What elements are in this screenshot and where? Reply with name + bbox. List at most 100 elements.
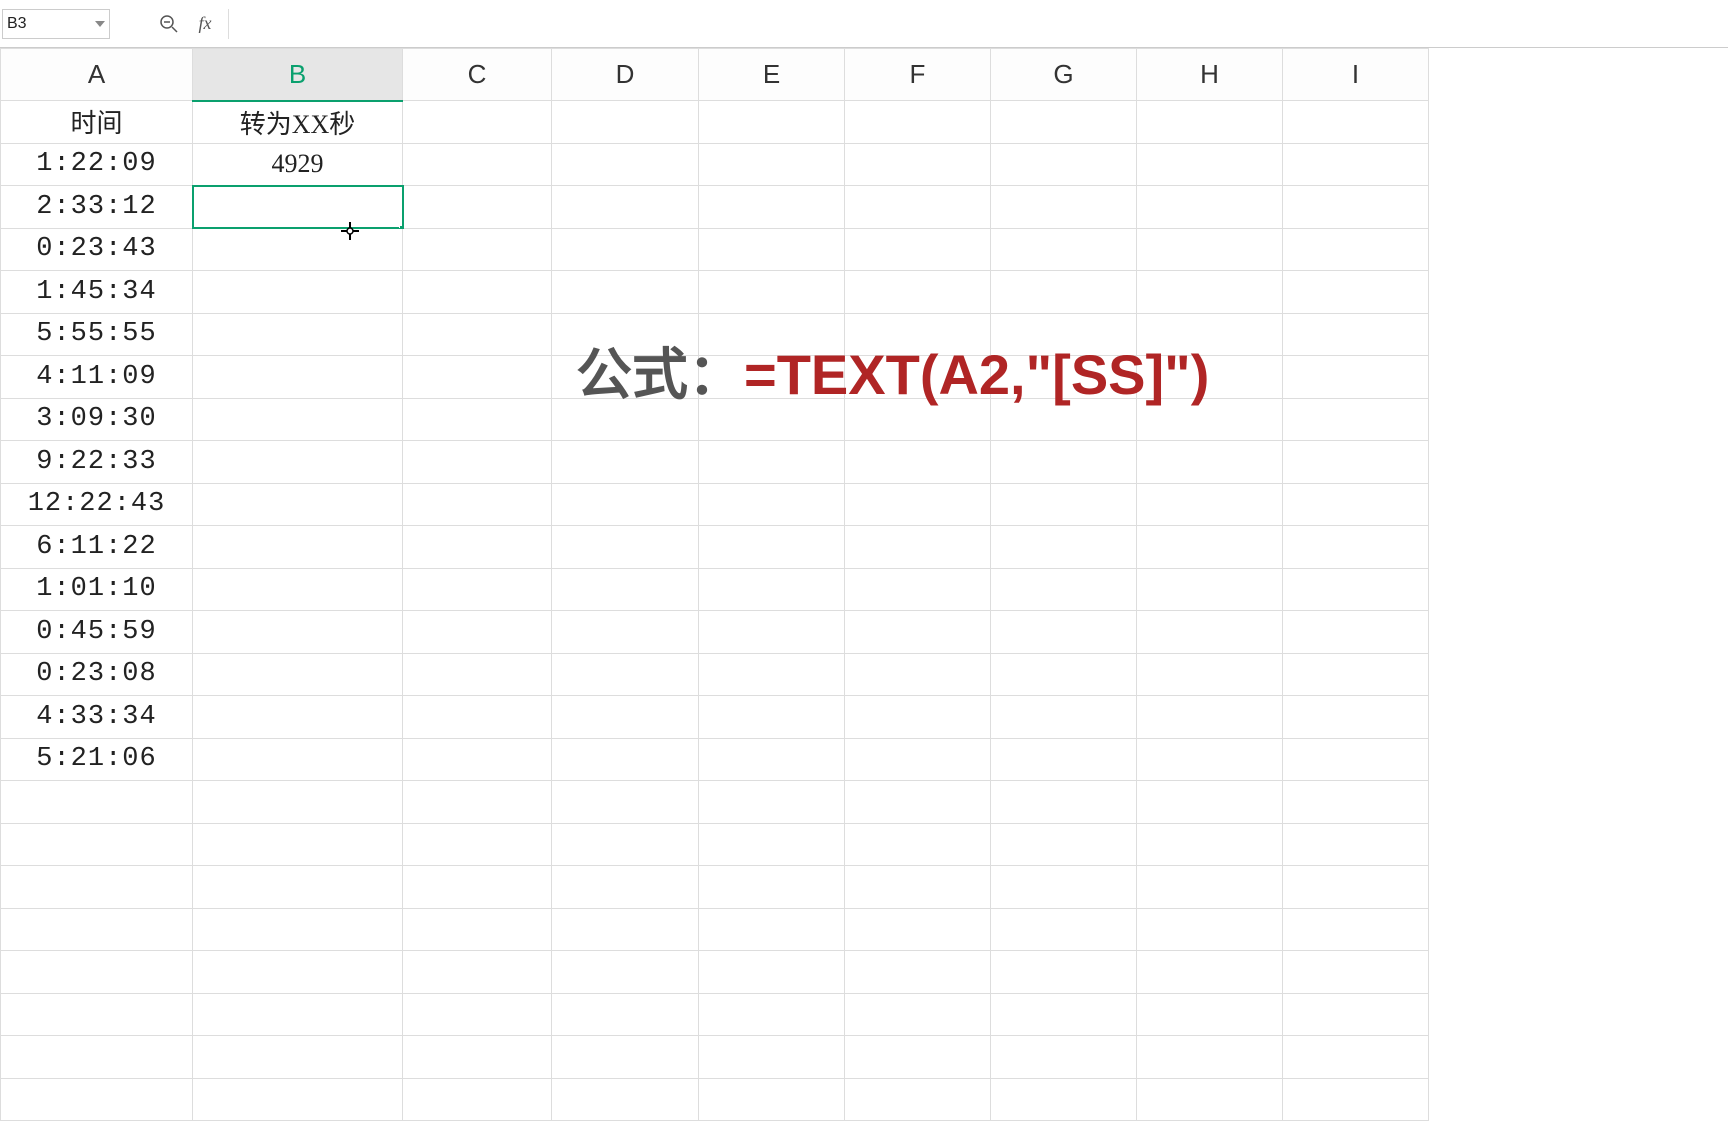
cell-f17[interactable] <box>845 781 991 824</box>
cell-b3[interactable] <box>193 186 403 229</box>
cell-g21[interactable] <box>991 951 1137 994</box>
cell-b18[interactable] <box>193 823 403 866</box>
cell-b12[interactable] <box>193 568 403 611</box>
cell-a8[interactable]: 3:09:30 <box>1 398 193 441</box>
cell-h2[interactable] <box>1137 143 1283 186</box>
spreadsheet-grid[interactable]: ABCDEFGHI时间转为XX秒1:22:0949292:33:120:23:4… <box>0 48 1728 1121</box>
cell-g13[interactable] <box>991 611 1137 654</box>
cell-a7[interactable]: 4:11:09 <box>1 356 193 399</box>
cell-f1[interactable] <box>845 101 991 144</box>
cell-a14[interactable]: 0:23:08 <box>1 653 193 696</box>
cell-a1[interactable]: 时间 <box>1 101 193 144</box>
cell-a18[interactable] <box>1 823 193 866</box>
cell-c3[interactable] <box>403 186 552 229</box>
col-header-i[interactable]: I <box>1283 49 1429 101</box>
cell-c15[interactable] <box>403 696 552 739</box>
cell-h3[interactable] <box>1137 186 1283 229</box>
cell-b1[interactable]: 转为XX秒 <box>193 101 403 144</box>
cell-a11[interactable]: 6:11:22 <box>1 526 193 569</box>
cell-i18[interactable] <box>1283 823 1429 866</box>
cell-f2[interactable] <box>845 143 991 186</box>
cell-e11[interactable] <box>699 526 845 569</box>
cell-d14[interactable] <box>552 653 699 696</box>
cell-b16[interactable] <box>193 738 403 781</box>
cell-b4[interactable] <box>193 228 403 271</box>
col-header-g[interactable]: G <box>991 49 1137 101</box>
cell-i13[interactable] <box>1283 611 1429 654</box>
cell-c19[interactable] <box>403 866 552 909</box>
cell-a21[interactable] <box>1 951 193 994</box>
cell-i22[interactable] <box>1283 993 1429 1036</box>
cell-c23[interactable] <box>403 1036 552 1079</box>
cell-a17[interactable] <box>1 781 193 824</box>
cell-g12[interactable] <box>991 568 1137 611</box>
cell-e16[interactable] <box>699 738 845 781</box>
cell-f11[interactable] <box>845 526 991 569</box>
cell-f22[interactable] <box>845 993 991 1036</box>
cell-f21[interactable] <box>845 951 991 994</box>
cell-g23[interactable] <box>991 1036 1137 1079</box>
cell-c7[interactable] <box>403 356 552 399</box>
cell-i19[interactable] <box>1283 866 1429 909</box>
cell-i11[interactable] <box>1283 526 1429 569</box>
cell-d10[interactable] <box>552 483 699 526</box>
cell-g3[interactable] <box>991 186 1137 229</box>
cell-e21[interactable] <box>699 951 845 994</box>
cell-d9[interactable] <box>552 441 699 484</box>
formula-input[interactable] <box>228 9 1728 39</box>
cell-g11[interactable] <box>991 526 1137 569</box>
cell-a20[interactable] <box>1 908 193 951</box>
cell-c6[interactable] <box>403 313 552 356</box>
cell-h19[interactable] <box>1137 866 1283 909</box>
cell-h18[interactable] <box>1137 823 1283 866</box>
cell-c8[interactable] <box>403 398 552 441</box>
cell-g20[interactable] <box>991 908 1137 951</box>
cell-e3[interactable] <box>699 186 845 229</box>
cell-g10[interactable] <box>991 483 1137 526</box>
cell-e12[interactable] <box>699 568 845 611</box>
cell-b8[interactable] <box>193 398 403 441</box>
cell-a23[interactable] <box>1 1036 193 1079</box>
cell-d15[interactable] <box>552 696 699 739</box>
cell-h5[interactable] <box>1137 271 1283 314</box>
cell-d1[interactable] <box>552 101 699 144</box>
cell-b6[interactable] <box>193 313 403 356</box>
cell-g14[interactable] <box>991 653 1137 696</box>
cell-b17[interactable] <box>193 781 403 824</box>
col-header-c[interactable]: C <box>403 49 552 101</box>
cell-i21[interactable] <box>1283 951 1429 994</box>
cell-c2[interactable] <box>403 143 552 186</box>
cell-f20[interactable] <box>845 908 991 951</box>
cell-i2[interactable] <box>1283 143 1429 186</box>
cell-d24[interactable] <box>552 1078 699 1121</box>
cell-a10[interactable]: 12:22:43 <box>1 483 193 526</box>
cell-g15[interactable] <box>991 696 1137 739</box>
cell-f23[interactable] <box>845 1036 991 1079</box>
cell-f13[interactable] <box>845 611 991 654</box>
cell-a5[interactable]: 1:45:34 <box>1 271 193 314</box>
cell-g5[interactable] <box>991 271 1137 314</box>
cell-a9[interactable]: 9:22:33 <box>1 441 193 484</box>
cell-e20[interactable] <box>699 908 845 951</box>
cell-d11[interactable] <box>552 526 699 569</box>
cell-h22[interactable] <box>1137 993 1283 1036</box>
cell-g2[interactable] <box>991 143 1137 186</box>
cell-i6[interactable] <box>1283 313 1429 356</box>
cell-b24[interactable] <box>193 1078 403 1121</box>
col-header-f[interactable]: F <box>845 49 991 101</box>
cell-d5[interactable] <box>552 271 699 314</box>
cell-c21[interactable] <box>403 951 552 994</box>
cell-f15[interactable] <box>845 696 991 739</box>
cell-f18[interactable] <box>845 823 991 866</box>
cell-e13[interactable] <box>699 611 845 654</box>
cell-c13[interactable] <box>403 611 552 654</box>
cell-e24[interactable] <box>699 1078 845 1121</box>
cell-f16[interactable] <box>845 738 991 781</box>
cell-c5[interactable] <box>403 271 552 314</box>
cell-c16[interactable] <box>403 738 552 781</box>
cell-e23[interactable] <box>699 1036 845 1079</box>
cell-e19[interactable] <box>699 866 845 909</box>
cell-d3[interactable] <box>552 186 699 229</box>
cell-i5[interactable] <box>1283 271 1429 314</box>
cell-g24[interactable] <box>991 1078 1137 1121</box>
